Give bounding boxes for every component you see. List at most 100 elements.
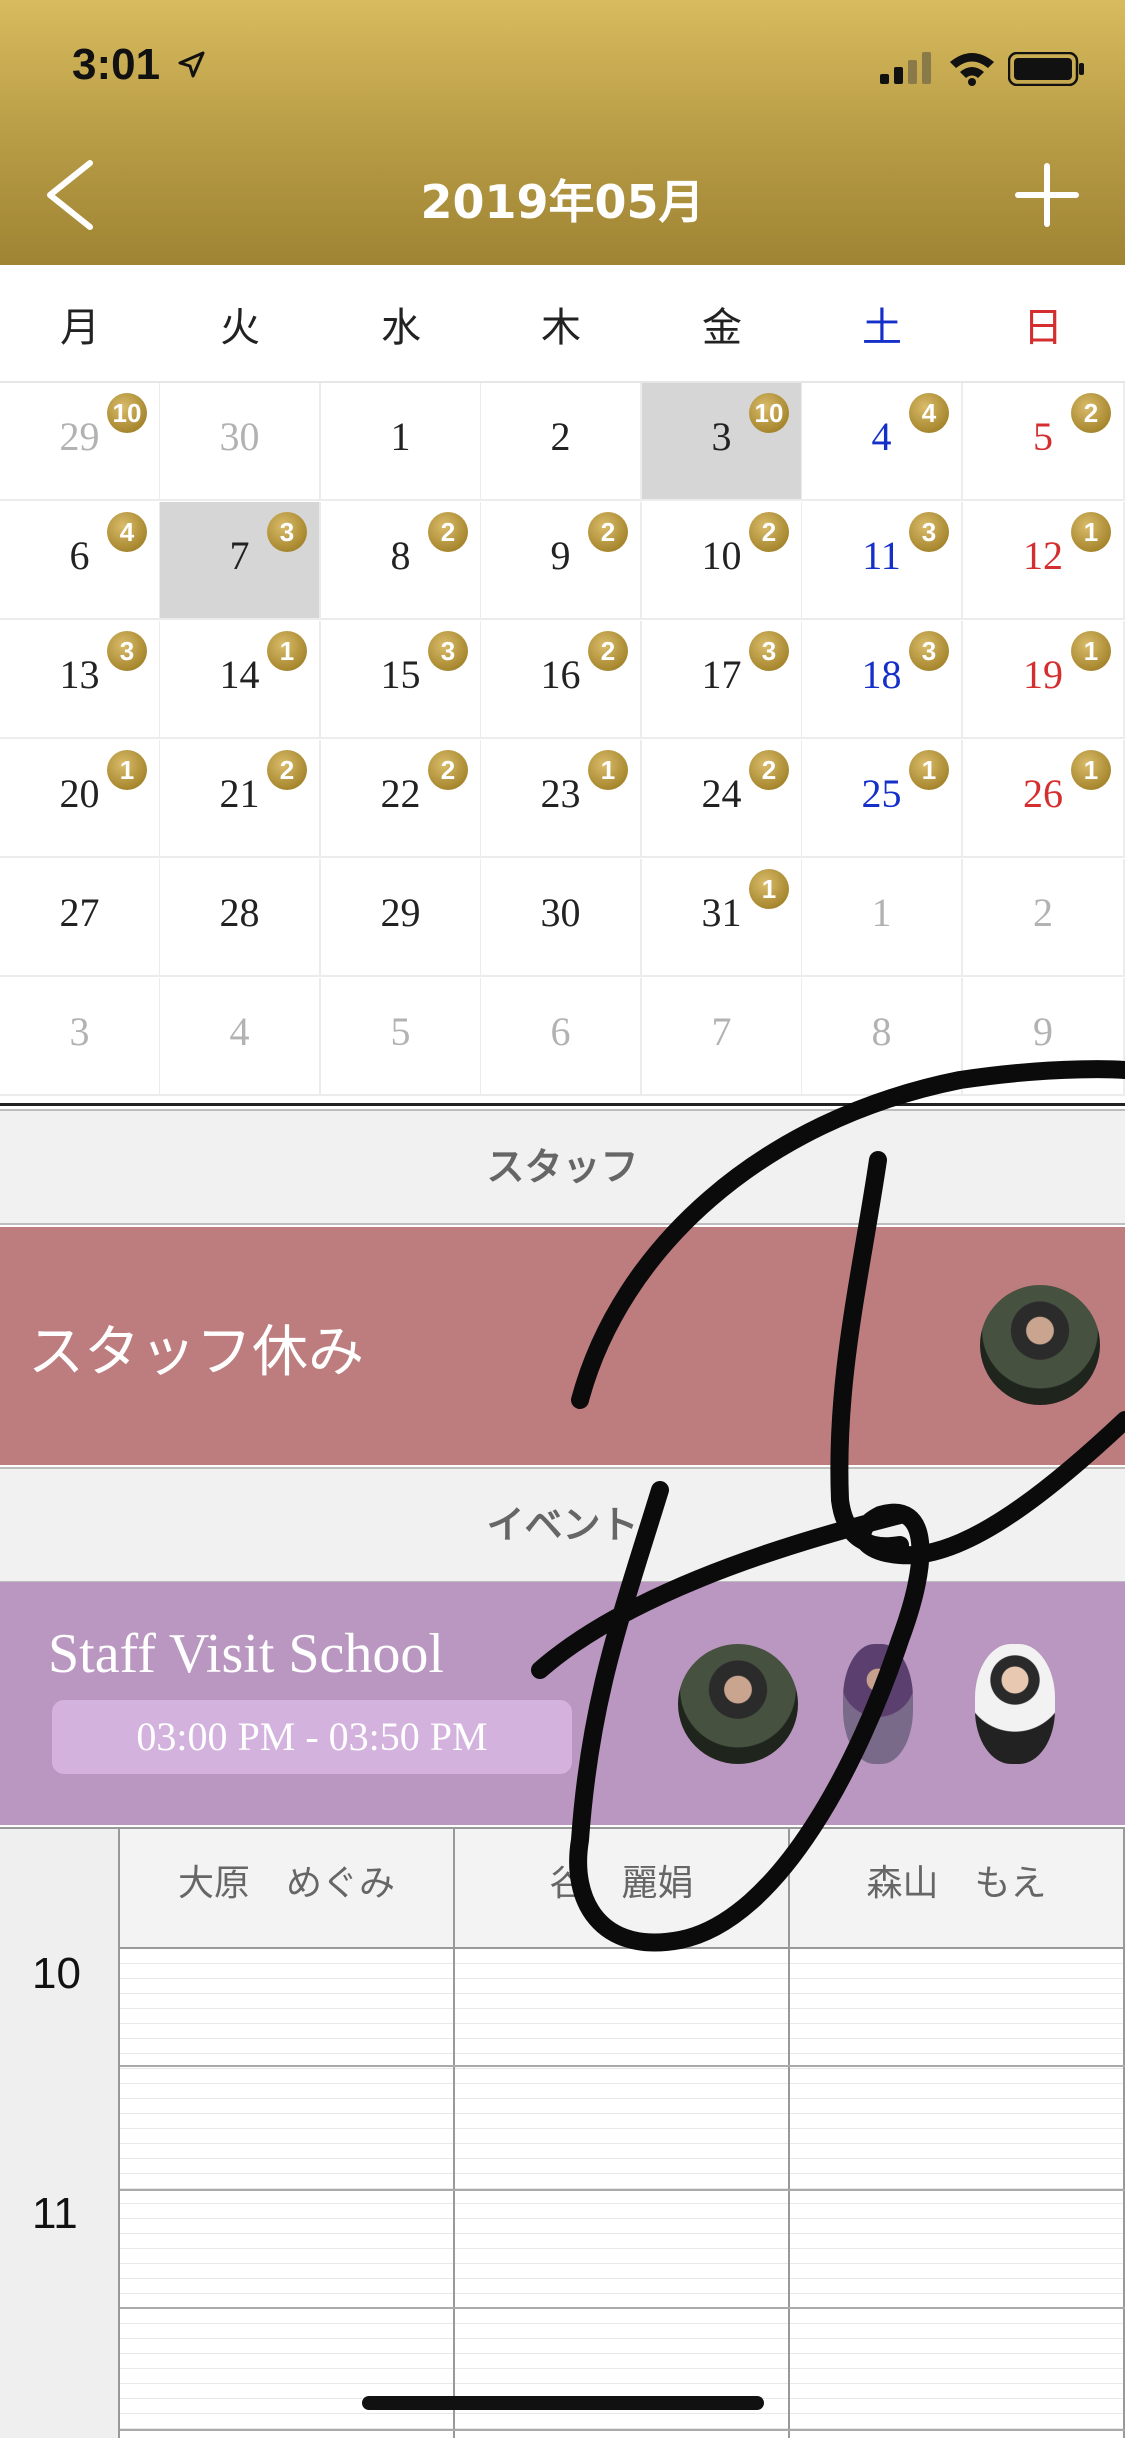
calendar-day-cell[interactable]: 28 [160, 859, 321, 977]
event-count-badge: 2 [428, 750, 468, 790]
day-schedule: 10 11 大原 めぐみ 谷 麗娟 森山 もえ [0, 1827, 1125, 2438]
calendar-day-cell[interactable]: 3 10 [642, 383, 803, 501]
calendar-day-cell[interactable]: 1 [321, 383, 482, 501]
calendar-day-cell[interactable]: 92 [481, 502, 642, 620]
event-count-badge: 1 [749, 869, 789, 909]
day-number: 5 [390, 1009, 411, 1054]
calendar-day-cell[interactable]: 29 10 [0, 383, 161, 501]
event-count-badge: 3 [267, 512, 307, 552]
weekday-tue: 火 [220, 305, 260, 351]
day-number: 6 [550, 1009, 571, 1054]
status-time: 3:01 [72, 40, 161, 89]
add-plus-icon[interactable] [1012, 160, 1082, 230]
calendar-day-cell[interactable]: 9 [963, 978, 1125, 1096]
calendar-day-cell[interactable]: 24 2 [642, 740, 803, 858]
day-number: 1 [871, 890, 892, 935]
avatar[interactable] [843, 1644, 913, 1764]
calendar-day-cell[interactable]: 27 [0, 859, 161, 977]
event-count-badge: 1 [1071, 512, 1111, 552]
calendar-day-cell[interactable]: 10 2 [642, 502, 803, 620]
event-count-badge: 3 [749, 631, 789, 671]
calendar-day-cell[interactable]: 52 [963, 383, 1125, 501]
event-count-badge: 10 [749, 393, 789, 433]
day-number: 2 [550, 414, 571, 459]
calendar-day-cell[interactable]: 26 1 [963, 740, 1125, 858]
calendar-day-cell[interactable]: 82 [321, 502, 482, 620]
calendar-day-cell[interactable]: 6 [481, 978, 642, 1096]
home-indicator [362, 2396, 764, 2410]
calendar-day-cell[interactable]: 5 [321, 978, 482, 1096]
calendar-day-cell[interactable]: 16 2 [481, 621, 642, 739]
calendar-day-cell[interactable]: 19 1 [963, 621, 1125, 739]
avatar[interactable] [975, 1644, 1055, 1764]
event-count-badge: 1 [1071, 750, 1111, 790]
hour-label: 10 [32, 1949, 81, 1998]
calendar-day-cell[interactable]: 8 [802, 978, 963, 1096]
wifi-icon [950, 53, 994, 86]
day-number: 27 [59, 890, 100, 935]
weekday-sun: 日 [1023, 305, 1063, 351]
event-title: Staff Visit School [48, 1623, 444, 1685]
event-count-badge: 2 [267, 750, 307, 790]
event-time-badge: 03:00 PM - 03:50 PM [52, 1700, 572, 1774]
weekday-fri: 金 [702, 305, 742, 351]
calendar-day-cell[interactable]: 4 [160, 978, 321, 1096]
calendar-day-cell[interactable]: 44 [802, 383, 963, 501]
staff-off-label: スタッフ休み [28, 1320, 364, 1385]
avatar[interactable] [678, 1644, 798, 1764]
calendar-day-cell[interactable]: 64 [0, 502, 161, 620]
staff-column-header: 大原 めぐみ [120, 1829, 455, 1949]
calendar-day-cell[interactable]: 17 3 [642, 621, 803, 739]
weekday-thu: 木 [541, 305, 581, 351]
event-count-badge: 1 [267, 631, 307, 671]
calendar-day-cell[interactable]: 18 3 [802, 621, 963, 739]
calendar-day-cell[interactable]: 31 1 [642, 859, 803, 977]
weekday-wed: 水 [381, 305, 421, 351]
calendar-day-cell[interactable]: 1 [802, 859, 963, 977]
calendar-day-cell[interactable]: 21 2 [160, 740, 321, 858]
calendar-day-cell[interactable]: 23 1 [481, 740, 642, 858]
calendar-day-cell[interactable]: 15 3 [321, 621, 482, 739]
app-header: 3:01 2019年05月 [0, 0, 1125, 265]
event-count-badge: 3 [909, 631, 949, 671]
calendar-day-cell[interactable]: 25 1 [802, 740, 963, 858]
staff-column-slots[interactable] [120, 1949, 455, 2438]
hour-divider [120, 2189, 1125, 2191]
calendar-day-cell[interactable]: 11 3 [802, 502, 963, 620]
calendar-day-cell[interactable]: 7 [642, 978, 803, 1096]
calendar-day-cell[interactable]: 30 [160, 383, 321, 501]
calendar-grid: 29 10 30 1 2 3 10 4 4 5 2 6 4 7 3 8 2 9 2 10 2 11 3 12 1 13 3 14 1 15… [0, 383, 1125, 1103]
event-count-badge: 1 [1071, 631, 1111, 671]
staff-off-row[interactable]: スタッフ休み [0, 1227, 1125, 1465]
avatar[interactable] [980, 1285, 1100, 1405]
calendar-day-cell[interactable]: 14 1 [160, 621, 321, 739]
event-count-badge: 2 [588, 631, 628, 671]
staff-column-header: 森山 もえ [790, 1829, 1125, 1949]
battery-icon [1008, 52, 1084, 86]
calendar-day-cell[interactable]: 2 [963, 859, 1125, 977]
event-count-badge: 2 [1071, 393, 1111, 433]
weekday-sat: 土 [862, 305, 902, 351]
calendar-day-cell[interactable]: 3 [0, 978, 161, 1096]
calendar-day-cell[interactable]: 73 [160, 502, 321, 620]
day-number: 28 [219, 890, 260, 935]
event-count-badge: 4 [107, 512, 147, 552]
calendar-day-cell[interactable]: 29 [321, 859, 482, 977]
calendar-day-cell[interactable]: 13 3 [0, 621, 161, 739]
staff-column-slots[interactable] [455, 1949, 790, 2438]
weekday-header: 月 火 水 木 金 土 日 [0, 265, 1125, 383]
event-section-heading: イベント [0, 1467, 1125, 1583]
day-number: 8 [871, 1009, 892, 1054]
calendar-day-cell[interactable]: 20 1 [0, 740, 161, 858]
calendar-day-cell[interactable]: 2 [481, 383, 642, 501]
event-count-badge: 2 [588, 512, 628, 552]
event-count-badge: 10 [107, 393, 147, 433]
event-count-badge: 2 [749, 750, 789, 790]
calendar-day-cell[interactable]: 12 1 [963, 502, 1125, 620]
event-count-badge: 3 [428, 631, 468, 671]
event-row[interactable]: Staff Visit School 03:00 PM - 03:50 PM [0, 1582, 1125, 1825]
staff-column-slots[interactable] [790, 1949, 1125, 2438]
calendar-day-cell[interactable]: 30 [481, 859, 642, 977]
calendar-day-cell[interactable]: 22 2 [321, 740, 482, 858]
time-column: 10 11 [0, 1829, 120, 2438]
